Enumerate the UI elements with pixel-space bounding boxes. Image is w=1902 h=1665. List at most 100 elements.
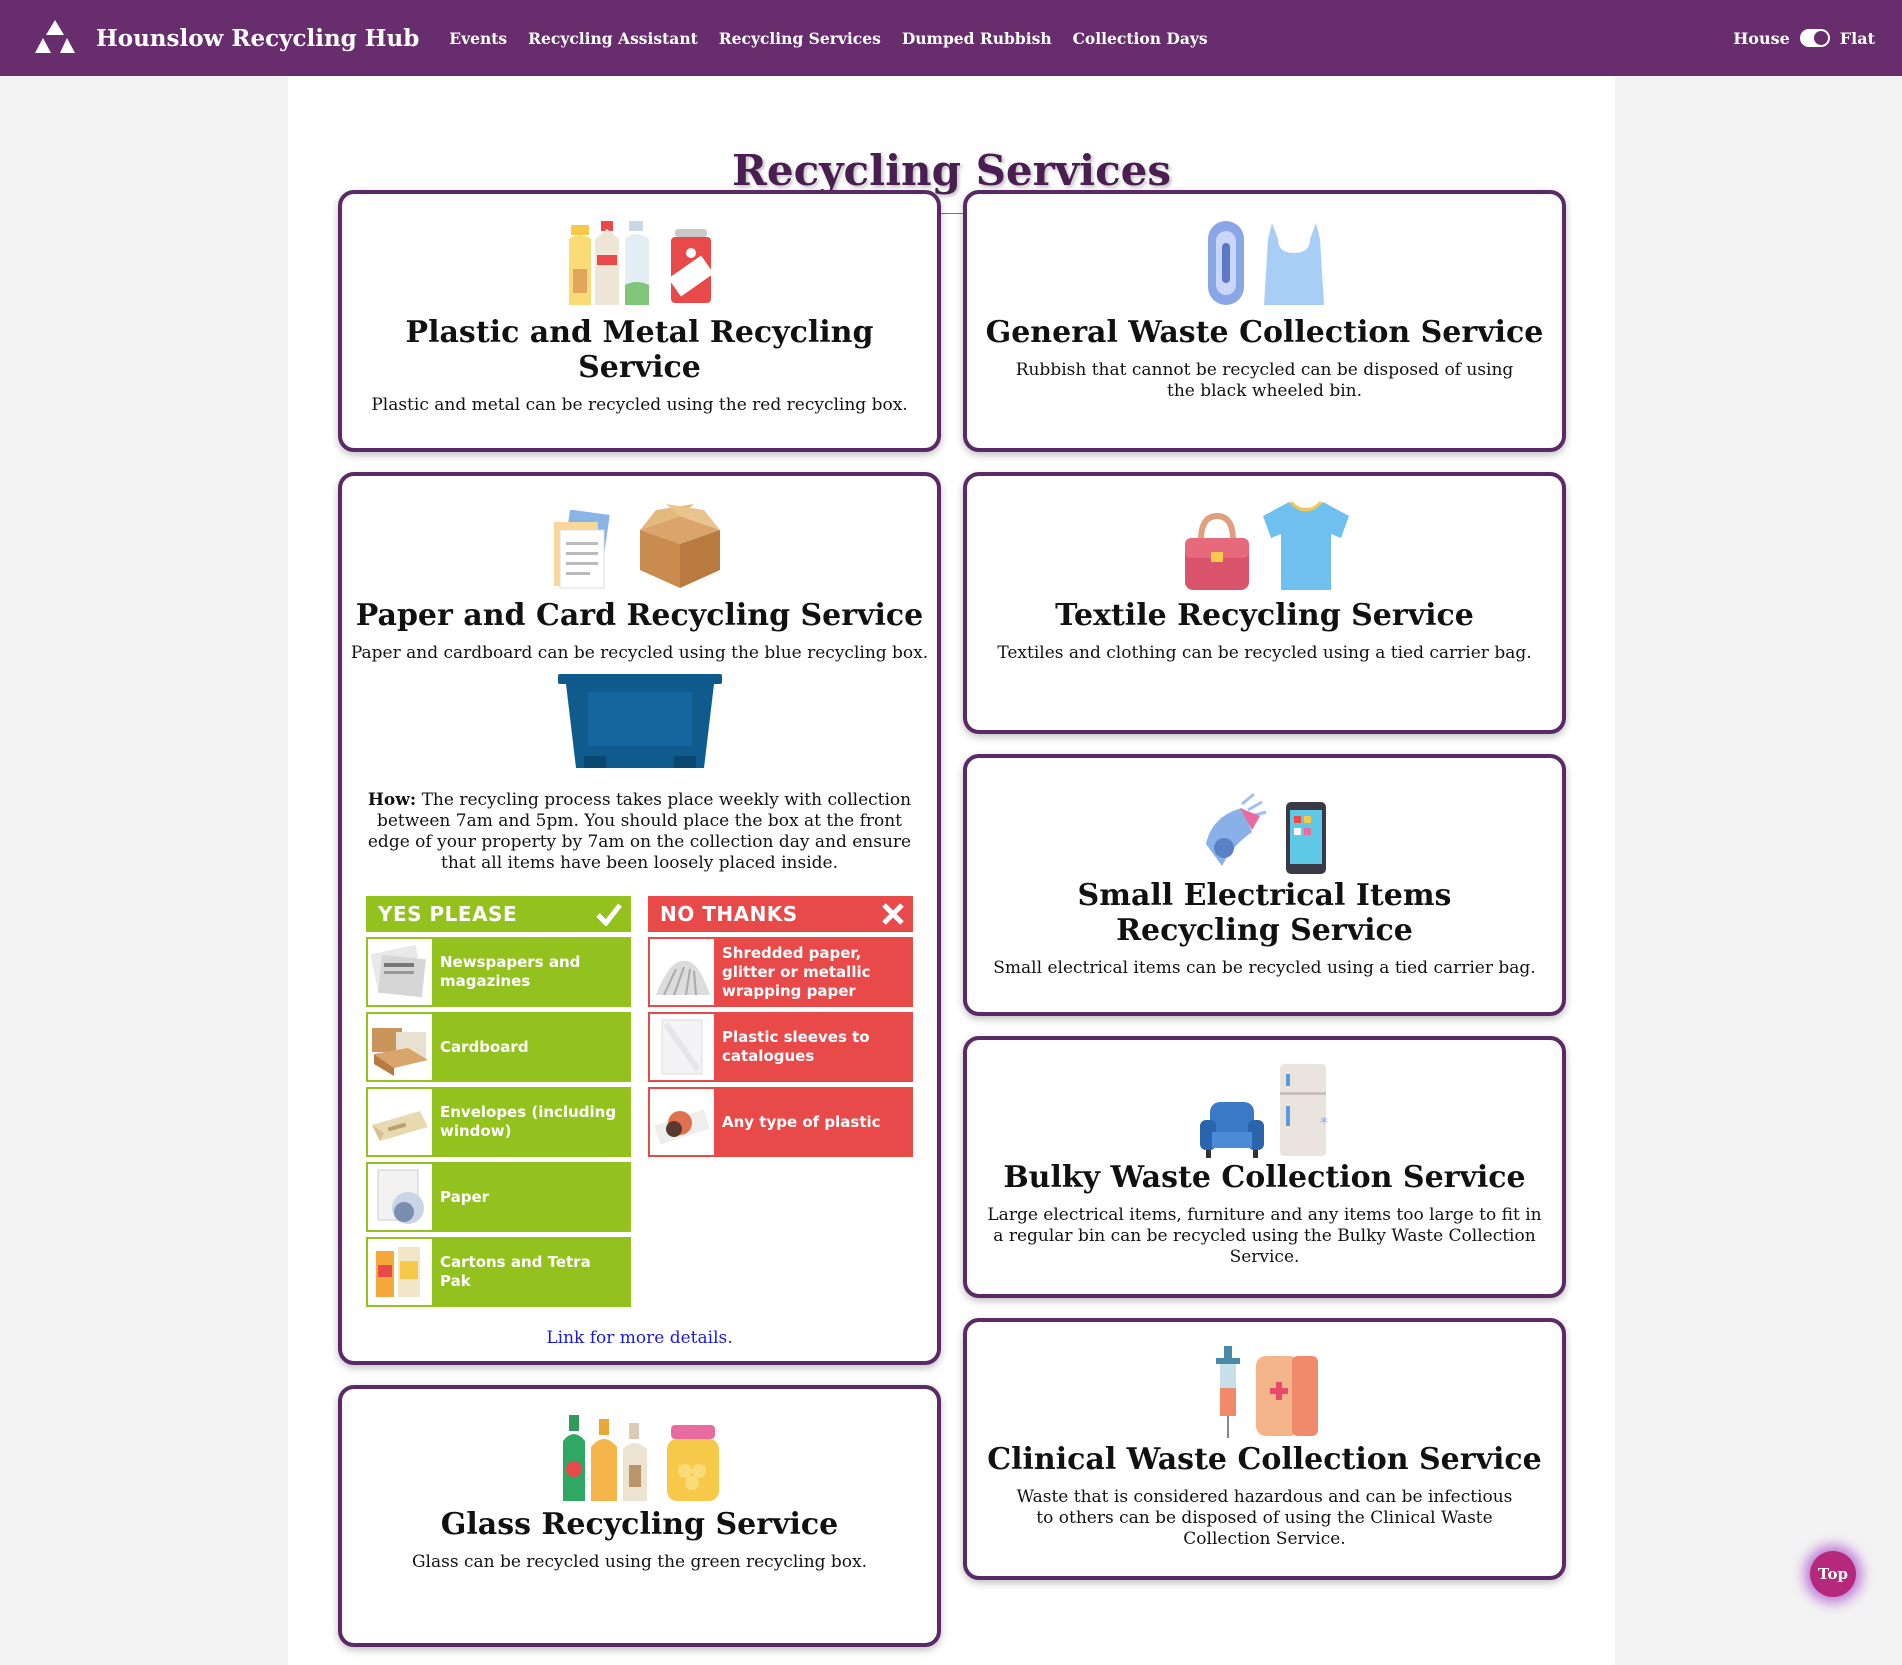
no-item-label: Any type of plastic xyxy=(722,1112,881,1131)
glass-icons xyxy=(342,1411,937,1503)
paper-how-paragraph: How: The recycling process takes place w… xyxy=(342,790,937,874)
card-paper-card: Paper and Card Recycling Service Paper a… xyxy=(338,472,941,1365)
yes-item-label: Cartons and Tetra Pak xyxy=(440,1253,591,1290)
electrical-text: Small electrical items can be recycled u… xyxy=(993,958,1536,978)
yes-item: Envelopes (including window) xyxy=(366,1087,631,1157)
check-icon xyxy=(596,903,622,926)
general-waste-text: Rubbish that cannot be recycled can be d… xyxy=(1015,360,1514,401)
no-thanks-header: NO THANKS xyxy=(648,896,913,932)
brand-title[interactable]: Hounslow Recycling Hub xyxy=(96,25,419,52)
nav-collection-days[interactable]: Collection Days xyxy=(1073,29,1208,48)
plastic-sleeve-thumb-icon xyxy=(650,1014,714,1080)
textile-text: Textiles and clothing can be recycled us… xyxy=(997,643,1532,663)
general-waste-icons xyxy=(967,219,1562,307)
handbag-icon xyxy=(1184,512,1249,590)
can-icon xyxy=(668,229,713,303)
cross-icon xyxy=(882,903,904,925)
clinical-waste-text: Waste that is considered hazardous and c… xyxy=(1016,1487,1513,1549)
yes-please-title: YES PLEASE xyxy=(378,902,518,926)
no-item: Shredded paper, glitter or metallic wrap… xyxy=(648,937,913,1007)
yes-item-label: Cardboard xyxy=(440,1037,529,1056)
clinical-waste-icons xyxy=(967,1344,1562,1440)
more-details-link[interactable]: Link for more details. xyxy=(546,1328,732,1348)
scroll-to-top-button[interactable]: Top xyxy=(1810,1551,1856,1597)
no-thanks-column: NO THANKS Shredded paper, glitter or met… xyxy=(648,896,913,1157)
recycle-logo-icon[interactable] xyxy=(34,16,78,60)
paper-yes-no-lists: YES PLEASE Newspapers and magazines Card… xyxy=(366,896,916,1316)
bandage-icon xyxy=(1255,1356,1318,1436)
card-plastic-metal: Plastic and Metal Recycling Service Plas… xyxy=(338,190,941,452)
yes-item-label: Newspapers and magazines xyxy=(440,953,581,990)
cardboard-box-icon xyxy=(639,504,720,588)
electrical-icons xyxy=(967,780,1562,876)
envelope-thumb-icon xyxy=(368,1089,432,1155)
armchair-icon xyxy=(1199,1102,1264,1158)
documents-icon xyxy=(553,510,610,589)
no-item: Any type of plastic xyxy=(648,1087,913,1157)
plastic-metal-text: Plastic and metal can be recycled using … xyxy=(371,395,908,415)
yes-item: Paper xyxy=(366,1162,631,1232)
toggle-label-house: House xyxy=(1733,28,1790,48)
textile-icons xyxy=(967,498,1562,592)
blue-box-image xyxy=(342,672,937,770)
hairdryer-icon xyxy=(1205,792,1266,866)
card-clinical-waste: Clinical Waste Collection Service Waste … xyxy=(963,1318,1566,1580)
paper-how-label: How: xyxy=(367,790,417,810)
general-waste-title: General Waste Collection Service xyxy=(985,315,1544,350)
yes-please-header: YES PLEASE xyxy=(366,896,631,932)
card-small-electrical: Small Electrical Items Recycling Service… xyxy=(963,754,1566,1016)
toggle-label-flat: Flat xyxy=(1839,28,1875,48)
blue-recycling-box-icon xyxy=(557,674,722,768)
clinical-waste-title: Clinical Waste Collection Service xyxy=(987,1442,1542,1477)
newspaper-thumb-icon xyxy=(368,939,432,1005)
carton-thumb-icon xyxy=(368,1239,432,1305)
mobile-phone-icon xyxy=(1285,802,1326,874)
nav-recycling-assistant[interactable]: Recycling Assistant xyxy=(528,29,698,48)
glass-title: Glass Recycling Service xyxy=(440,1507,839,1542)
yes-item: Cardboard xyxy=(366,1012,631,1082)
cardboard-thumb-icon xyxy=(368,1014,432,1080)
paper-card-text: Paper and cardboard can be recycled usin… xyxy=(350,643,929,663)
tshirt-icon xyxy=(1262,500,1349,590)
syringe-icon xyxy=(1215,1346,1240,1438)
paper-card-title: Paper and Card Recycling Service xyxy=(355,598,924,633)
no-item-label: Shredded paper, glitter or metallic wrap… xyxy=(722,943,871,1000)
textile-title: Textile Recycling Service xyxy=(1055,598,1474,633)
no-item: Plastic sleeves to catalogues xyxy=(648,1012,913,1082)
nav-events[interactable]: Events xyxy=(449,29,507,48)
no-thanks-title: NO THANKS xyxy=(660,902,798,926)
jar-icon xyxy=(666,1425,719,1501)
page-title: Recycling Services xyxy=(731,146,1172,195)
nav-recycling-services[interactable]: Recycling Services xyxy=(719,29,881,48)
paper-thumb-icon xyxy=(368,1164,432,1230)
top-navbar: Hounslow Recycling Hub Events Recycling … xyxy=(0,0,1902,76)
yes-item-label: Paper xyxy=(440,1187,490,1206)
plastic-metal-icons xyxy=(342,219,937,307)
electrical-title: Small Electrical Items Recycling Service xyxy=(1077,878,1452,948)
paper-how-text: The recycling process takes place weekly… xyxy=(367,790,912,873)
yes-item-label: Envelopes (including window) xyxy=(440,1103,617,1140)
card-textile: Textile Recycling Service Textiles and c… xyxy=(963,472,1566,734)
card-general-waste: General Waste Collection Service Rubbish… xyxy=(963,190,1566,452)
bulky-waste-text: Large electrical items, furniture and an… xyxy=(987,1205,1542,1267)
no-item-label: Plastic sleeves to catalogues xyxy=(722,1028,870,1065)
fridge-icon: * xyxy=(1279,1064,1328,1156)
bottles-icon xyxy=(568,221,649,305)
glass-bottles-icon xyxy=(562,1415,647,1501)
nav-dumped-rubbish[interactable]: Dumped Rubbish xyxy=(902,29,1052,48)
glass-text: Glass can be recycled using the green re… xyxy=(411,1552,868,1572)
yes-item: Cartons and Tetra Pak xyxy=(366,1237,631,1307)
svg-text:*: * xyxy=(1320,1113,1328,1132)
paper-card-icons xyxy=(342,504,937,590)
paper-link-container: Link for more details. xyxy=(342,1328,937,1348)
shredded-paper-thumb-icon xyxy=(650,939,714,1005)
house-flat-switch[interactable] xyxy=(1799,29,1830,47)
plastic-metal-title: Plastic and Metal Recycling Service xyxy=(405,315,874,385)
main-content: Recycling Services Plastic and Metal Rec… xyxy=(288,76,1615,1665)
yes-please-column: YES PLEASE Newspapers and magazines Card… xyxy=(366,896,631,1307)
plastic-bag-icon xyxy=(1263,223,1324,305)
plastic-thumb-icon xyxy=(650,1089,714,1155)
card-bulky-waste: * Bulky Waste Collection Service Large e… xyxy=(963,1036,1566,1298)
yes-item: Newspapers and magazines xyxy=(366,937,631,1007)
house-flat-toggle: House Flat xyxy=(1733,0,1875,76)
